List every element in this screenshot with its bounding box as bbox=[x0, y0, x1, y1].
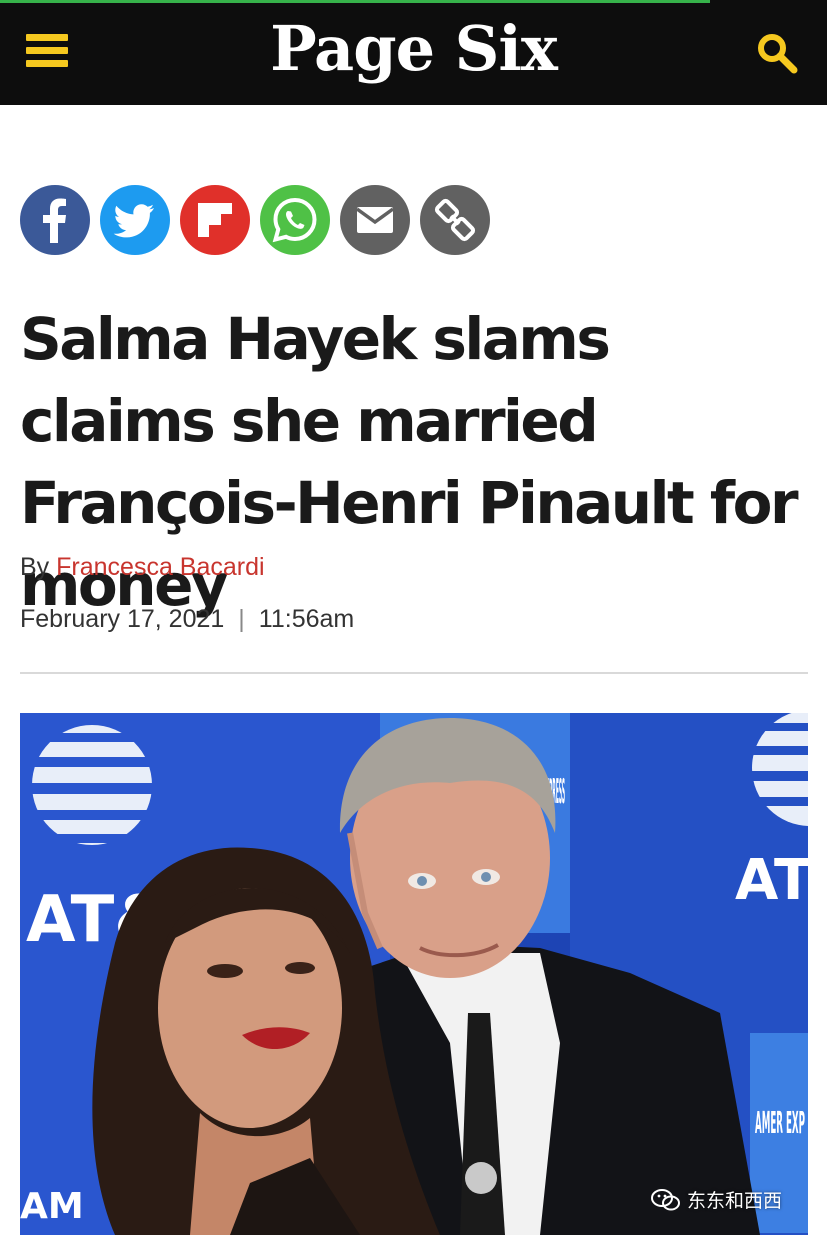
watermark-text: 东东和西西 bbox=[686, 1190, 782, 1212]
author-link[interactable]: Francesca Bacardi bbox=[56, 553, 264, 581]
backdrop-text-3: AM bbox=[20, 1186, 84, 1227]
publish-date: February 17, 2021 bbox=[20, 605, 225, 633]
whatsapp-share-button[interactable] bbox=[260, 185, 330, 255]
email-icon bbox=[355, 207, 395, 233]
backdrop-logo-right: AT&T bbox=[735, 848, 808, 913]
facebook-icon bbox=[43, 198, 66, 243]
twitter-icon bbox=[113, 204, 154, 238]
flipboard-icon bbox=[198, 203, 232, 237]
backdrop-text-2: AMER EXP bbox=[755, 1106, 805, 1141]
facebook-share-button[interactable] bbox=[20, 185, 90, 255]
email-share-button[interactable] bbox=[340, 185, 410, 255]
copy-link-button[interactable] bbox=[420, 185, 490, 255]
flipboard-share-button[interactable] bbox=[180, 185, 250, 255]
site-header: Page Six bbox=[0, 0, 827, 105]
byline: By Francesca Bacardi bbox=[20, 553, 265, 582]
share-buttons bbox=[20, 185, 490, 255]
link-icon bbox=[434, 198, 476, 242]
photo-illustration: AT&T AT&T AMERICAN EXPRESS AMER EXP AM bbox=[20, 713, 808, 1235]
publish-time: 11:56am bbox=[258, 605, 355, 633]
search-icon[interactable] bbox=[754, 30, 800, 76]
wechat-icon bbox=[650, 1188, 680, 1210]
wechat-watermark: 东东和西西 bbox=[650, 1186, 782, 1213]
site-logo[interactable]: Page Six bbox=[0, 4, 827, 94]
date-separator: | bbox=[238, 605, 245, 633]
byline-prefix: By bbox=[20, 553, 50, 581]
divider bbox=[20, 672, 808, 674]
loading-progress-bar bbox=[0, 0, 710, 3]
whatsapp-icon bbox=[272, 197, 317, 243]
publish-dateline: February 17, 2021 | 11:56am bbox=[20, 605, 354, 634]
article-hero-photo[interactable]: AT&T AT&T AMERICAN EXPRESS AMER EXP AM bbox=[20, 713, 808, 1235]
twitter-share-button[interactable] bbox=[100, 185, 170, 255]
